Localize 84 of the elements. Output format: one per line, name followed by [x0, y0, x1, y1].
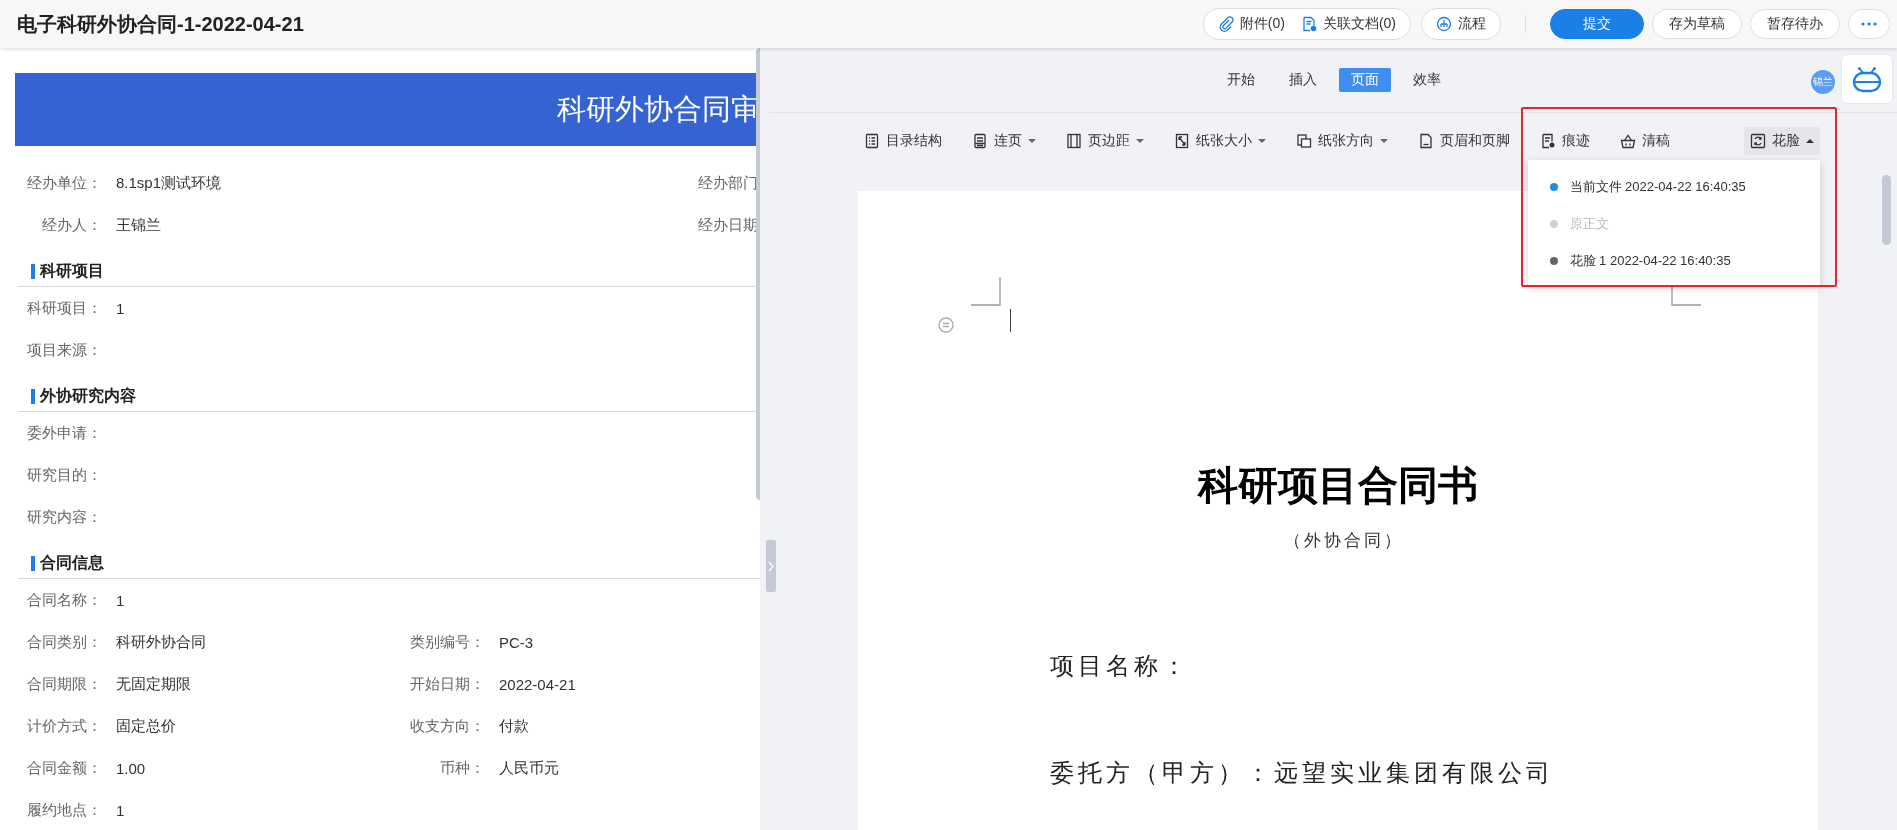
margins-icon: [1065, 133, 1082, 149]
field-value: 付款: [499, 716, 529, 736]
menu-item[interactable]: 花脸 1 2022-04-22 16:40:35: [1527, 242, 1820, 279]
robot-icon: [1851, 65, 1883, 93]
field-label: 科研项目：: [26, 298, 102, 318]
field-label: 研究内容：: [26, 507, 102, 527]
paper-diagonal-icon: [1173, 133, 1190, 149]
section-marker: [31, 263, 35, 279]
paperclip-icon: [1217, 16, 1234, 32]
more-button[interactable]: [1848, 9, 1890, 39]
section-title: 科研项目: [40, 260, 104, 281]
flow-button[interactable]: 流程: [1436, 15, 1486, 33]
paragraph-marker-icon: [937, 317, 954, 333]
field-value: PC-3: [499, 633, 534, 651]
field-label: 收支方向：: [409, 716, 485, 736]
toolbar-button[interactable]: 目录结构: [857, 127, 948, 155]
field-label: 经办部门: [698, 173, 758, 193]
stacked-pages-icon: [971, 133, 988, 149]
assistant-button[interactable]: [1841, 54, 1893, 104]
toolbar-button[interactable]: 连页: [965, 127, 1042, 155]
field-value: 科研外协合同: [116, 632, 206, 652]
field-label: 委外申请：: [26, 423, 102, 443]
document-subtitle: （外协合同）: [1282, 529, 1405, 552]
field-label: 履约地点：: [26, 800, 102, 820]
field-value: 人民币元: [499, 758, 559, 778]
toolbar-button[interactable]: 纸张大小: [1167, 127, 1272, 155]
toolbar-button[interactable]: 页眉和页脚: [1411, 127, 1516, 155]
toolbar-button[interactable]: 清稿: [1613, 127, 1676, 155]
section-marker: [31, 555, 35, 571]
crop-mark-icon: [970, 277, 1001, 306]
scrollbar-thumb[interactable]: [1882, 175, 1891, 245]
toolbar-button[interactable]: 页边距: [1059, 127, 1150, 155]
section-title: 合同信息: [40, 552, 104, 573]
field-label: 合同名称：: [26, 590, 102, 610]
document-title: 科研项目合同书: [1196, 461, 1479, 510]
field-label: 开始日期：: [409, 674, 485, 694]
field-label: 币种：: [439, 758, 485, 778]
toolbar-button[interactable]: 花脸: [1743, 127, 1820, 155]
field-value: 1.00: [116, 759, 146, 777]
collapse-handle[interactable]: [766, 540, 776, 592]
overlapping-pages-icon: [1295, 133, 1312, 149]
field-value: 王锦兰: [116, 215, 161, 235]
field-label: 类别编号：: [409, 632, 485, 652]
document-icon: [1417, 133, 1434, 149]
document-mark-icon: [1539, 133, 1556, 149]
field-label: 研究目的：: [26, 465, 102, 485]
ribbon-tab[interactable]: 效率: [1400, 68, 1453, 92]
field-value: 1: [116, 299, 125, 317]
field-label: 经办人：: [41, 215, 102, 235]
toolbar-button[interactable]: 痕迹: [1533, 127, 1596, 155]
field-value: 固定总价: [116, 716, 176, 736]
section-marker: [31, 388, 35, 404]
text-cursor: [1009, 309, 1011, 332]
toolbar-button[interactable]: 纸张方向: [1289, 127, 1394, 155]
header-link[interactable]: 附件(0): [1217, 15, 1285, 33]
list-icon: [863, 133, 880, 149]
field-value: 2022-04-21: [499, 675, 576, 693]
document-line: 委托方（甲方）：远望实业集团有限公司: [1049, 758, 1555, 789]
header-link[interactable]: 关联文档(0): [1300, 15, 1396, 33]
section-title: 外协研究内容: [40, 385, 136, 406]
more-icon: [1861, 22, 1877, 26]
field-label: 合同金额：: [26, 758, 102, 778]
field-value: 无固定期限: [116, 674, 191, 694]
field-label: 合同类别：: [26, 632, 102, 652]
swap-page-icon: [1749, 133, 1766, 149]
field-label: 经办单位：: [26, 173, 102, 193]
field-label: 项目来源：: [26, 340, 102, 360]
page-title: 电子科研外协合同-1-2022-04-21: [17, 11, 305, 37]
chevron-right-icon: [767, 560, 775, 572]
flow-chart-icon: [1436, 16, 1452, 32]
field-value: 1: [116, 591, 125, 609]
document-line: 项目名称：: [1049, 651, 1191, 682]
field-label: 计价方式：: [26, 716, 102, 736]
field-value: 1: [116, 801, 125, 819]
ribbon-tab[interactable]: 开始: [1214, 68, 1267, 92]
document-badge-icon: [1300, 16, 1317, 32]
header-button[interactable]: 存为草稿: [1652, 9, 1742, 39]
menu-item[interactable]: 当前文件 2022-04-22 16:40:35: [1527, 168, 1820, 205]
basket-icon: [1619, 133, 1636, 149]
field-label: 合同期限：: [26, 674, 102, 694]
ribbon-tab[interactable]: 插入: [1276, 68, 1329, 92]
field-value: 8.1sp1测试环境: [116, 173, 222, 193]
submit-button[interactable]: 提交: [1550, 9, 1644, 39]
header-button[interactable]: 暂存待办: [1750, 9, 1840, 39]
